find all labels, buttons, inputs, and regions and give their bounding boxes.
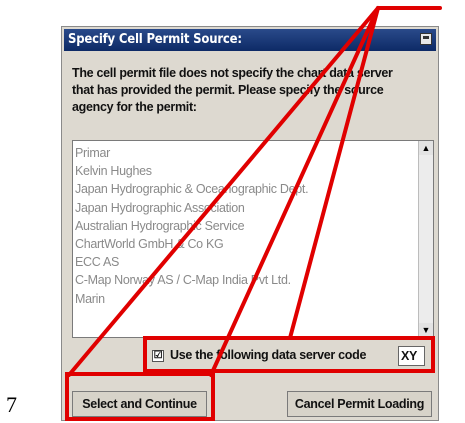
callout-line-left: [67, 6, 380, 377]
highlight-server-code-box: [143, 336, 435, 373]
highlight-select-button-box: [65, 372, 215, 421]
